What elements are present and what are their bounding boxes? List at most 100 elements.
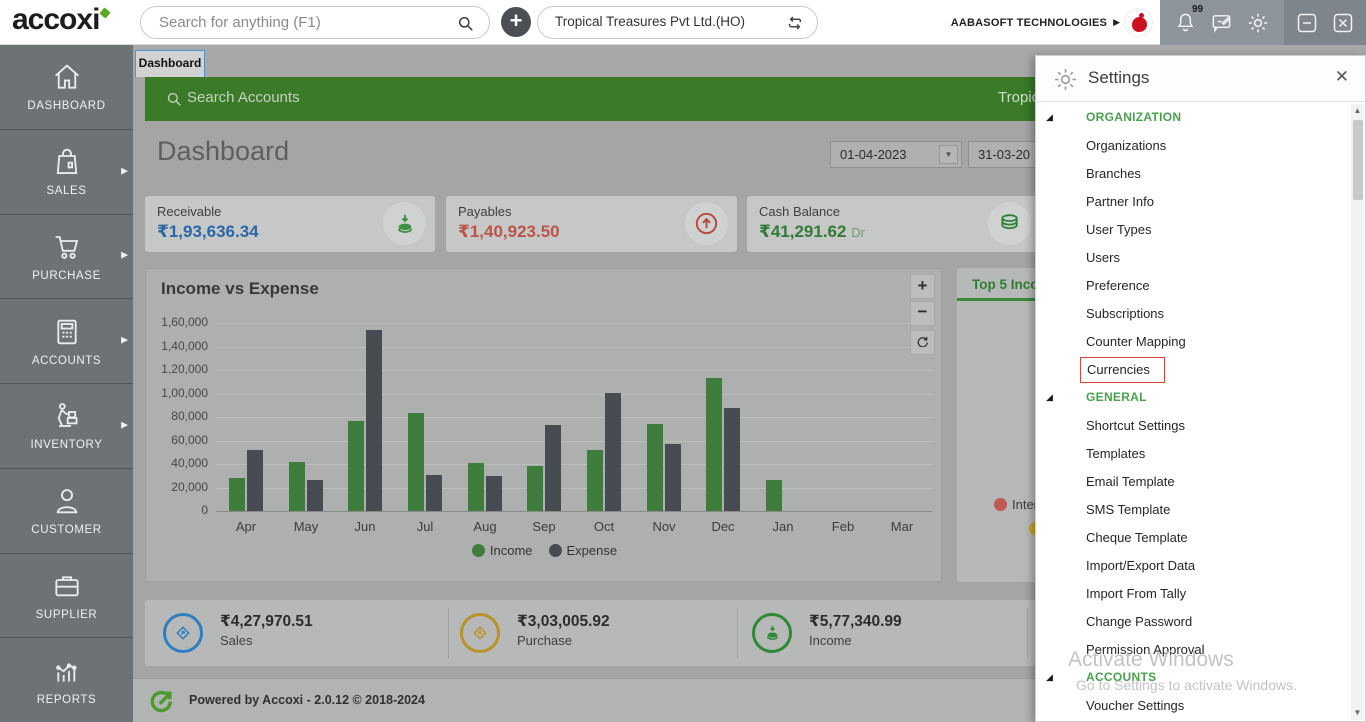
payables-card: Payables ₹1,40,923.50 [446,196,737,252]
settings-header: Settings ✕ [1036,56,1365,102]
sales-icon [163,613,203,653]
x-axis-label: Jan [772,519,794,534]
settings-item-label: Voucher Settings [1086,698,1185,713]
chart-legend: Income Expense [146,543,943,558]
sales-value: ₹4,27,970.51 [220,613,313,630]
chart-refresh-button[interactable] [910,330,935,355]
scrollbar-thumb[interactable] [1352,120,1363,200]
income-bar-jul [408,413,424,511]
settings-section-accounts[interactable]: ◢ ACCOUNTS [1036,664,1352,692]
x-axis-label: Nov [652,519,676,534]
settings-item-permission-approval[interactable]: Permission Approval [1036,636,1352,664]
collapse-triangle-icon: ◢ [1046,392,1053,402]
accoxi-logo: accoxi [12,3,100,36]
settings-section-organization[interactable]: ◢ ORGANIZATION [1036,104,1352,132]
switch-organization-icon[interactable] [785,13,805,33]
settings-item-preference[interactable]: Preference [1036,272,1352,300]
sidebar-item-accounts[interactable]: ACCOUNTS ▶ [0,299,133,384]
legend-item-expense: Expense [548,543,617,558]
legend-item-income: Income [471,543,533,558]
sidebar-item-supplier[interactable]: SUPPLIER [0,554,133,639]
footer-version-text: Powered by Accoxi - 2.0.12 © 2018-2024 [189,693,425,707]
sales-label: Sales [220,633,253,648]
settings-item-change-password[interactable]: Change Password [1036,608,1352,636]
minimize-window-button[interactable] [1295,11,1319,35]
purchase-icon [460,613,500,653]
settings-item-label: User Types [1086,222,1152,237]
x-axis-label: Apr [235,519,257,534]
settings-item-label: Shortcut Settings [1086,418,1185,433]
settings-item-sms-template[interactable]: SMS Template [1036,496,1352,524]
sidebar-item-customer[interactable]: CUSTOMER [0,469,133,554]
settings-item-cheque-template[interactable]: Cheque Template [1036,524,1352,552]
settings-item-import-from-tally[interactable]: Import From Tally [1036,580,1352,608]
sidebar-item-label: SALES [46,185,87,198]
add-new-button[interactable]: + [501,7,531,37]
date-from-input[interactable]: 01-04-2023 ▼ [830,141,962,168]
date-to-value: 31-03-20 [978,147,1031,162]
settings-item-currencies[interactable]: Currencies [1036,356,1352,384]
close-window-button[interactable] [1331,11,1355,35]
global-search[interactable] [140,6,490,39]
settings-item-import-export-data[interactable]: Import/Export Data [1036,552,1352,580]
global-search-input[interactable] [159,7,449,38]
settings-scrollbar[interactable]: ▲ ▼ [1351,104,1364,720]
user-avatar[interactable] [1124,8,1153,37]
tab-dashboard[interactable]: Dashboard [135,50,205,77]
sidebar-item-dashboard[interactable]: DASHBOARD [0,45,133,130]
settings-item-branches[interactable]: Branches [1036,160,1352,188]
top-bar: accoxi + Tropical Treasures Pvt Ltd.(HO)… [0,0,1366,45]
user-menu[interactable]: AABASOFT TECHNOLOGIES ▶ [930,0,1120,45]
sidebar-item-inventory[interactable]: INVENTORY ▶ [0,384,133,469]
settings-item-label: Subscriptions [1086,306,1165,321]
income-value: ₹5,77,340.99 [809,613,902,630]
receivable-card: Receivable ₹1,93,636.34 [145,196,435,252]
x-axis-label: Aug [473,519,497,534]
settings-item-templates[interactable]: Templates [1036,440,1352,468]
settings-section-general[interactable]: ◢ GENERAL [1036,384,1352,412]
legend-label: Income [489,543,533,558]
settings-gear-icon[interactable] [1246,11,1270,35]
income-label: Income [809,633,852,648]
settings-section-label: ORGANIZATION [1086,110,1182,124]
settings-item-counter-mapping[interactable]: Counter Mapping [1036,328,1352,356]
chart-title: Income vs Expense [161,279,319,298]
expense-bar-aug [486,476,502,511]
settings-section-label: ACCOUNTS [1086,670,1157,684]
x-axis-label: Dec [711,519,735,534]
date-dropdown-icon[interactable]: ▼ [939,145,958,164]
settings-close-icon[interactable]: ✕ [1335,67,1349,87]
y-axis-tick-label: 1,20,000 [161,362,208,376]
sidebar-item-reports[interactable]: REPORTS [0,638,133,722]
settings-item-users[interactable]: Users [1036,244,1352,272]
legend-dot [548,544,562,557]
settings-item-email-template[interactable]: Email Template [1036,468,1352,496]
sidebar-item-purchase[interactable]: PURCHASE ▶ [0,215,133,300]
settings-title: Settings [1088,68,1150,87]
settings-item-subscriptions[interactable]: Subscriptions [1036,300,1352,328]
user-name: AABASOFT TECHNOLOGIES [950,16,1108,29]
settings-item-label: Preference [1086,278,1150,293]
y-axis-tick-label: 20,000 [171,479,208,494]
sidebar-item-sales[interactable]: SALES ▶ [0,130,133,215]
cash-balance-card: Cash Balance ₹41,291.62 Dr [747,196,1040,252]
topbar-icon-strip [1160,0,1284,45]
scroll-down-icon[interactable]: ▼ [1351,706,1364,720]
chart-zoom-in-button[interactable]: + [910,274,935,299]
search-icon [456,14,475,33]
settings-item-user-types[interactable]: User Types [1036,216,1352,244]
messages-icon[interactable] [1210,11,1233,34]
chart-gridline [216,393,932,395]
scroll-up-icon[interactable]: ▲ [1351,104,1364,118]
settings-item-voucher-settings[interactable]: Voucher Settings [1036,692,1352,720]
settings-panel: Settings ✕ ◢ ORGANIZATION Organizations Bra… [1035,55,1366,722]
settings-item-shortcut-settings[interactable]: Shortcut Settings [1036,412,1352,440]
payables-value: ₹1,40,923.50 [458,222,560,241]
chart-gridline [216,323,932,324]
settings-item-organizations[interactable]: Organizations [1036,132,1352,160]
y-axis-tick-label: 0 [201,503,208,517]
settings-item-label: Partner Info [1086,194,1154,209]
income-bar-dec [706,378,722,511]
organization-selector[interactable]: Tropical Treasures Pvt Ltd.(HO) [537,6,818,39]
settings-item-partner-info[interactable]: Partner Info [1036,188,1352,216]
